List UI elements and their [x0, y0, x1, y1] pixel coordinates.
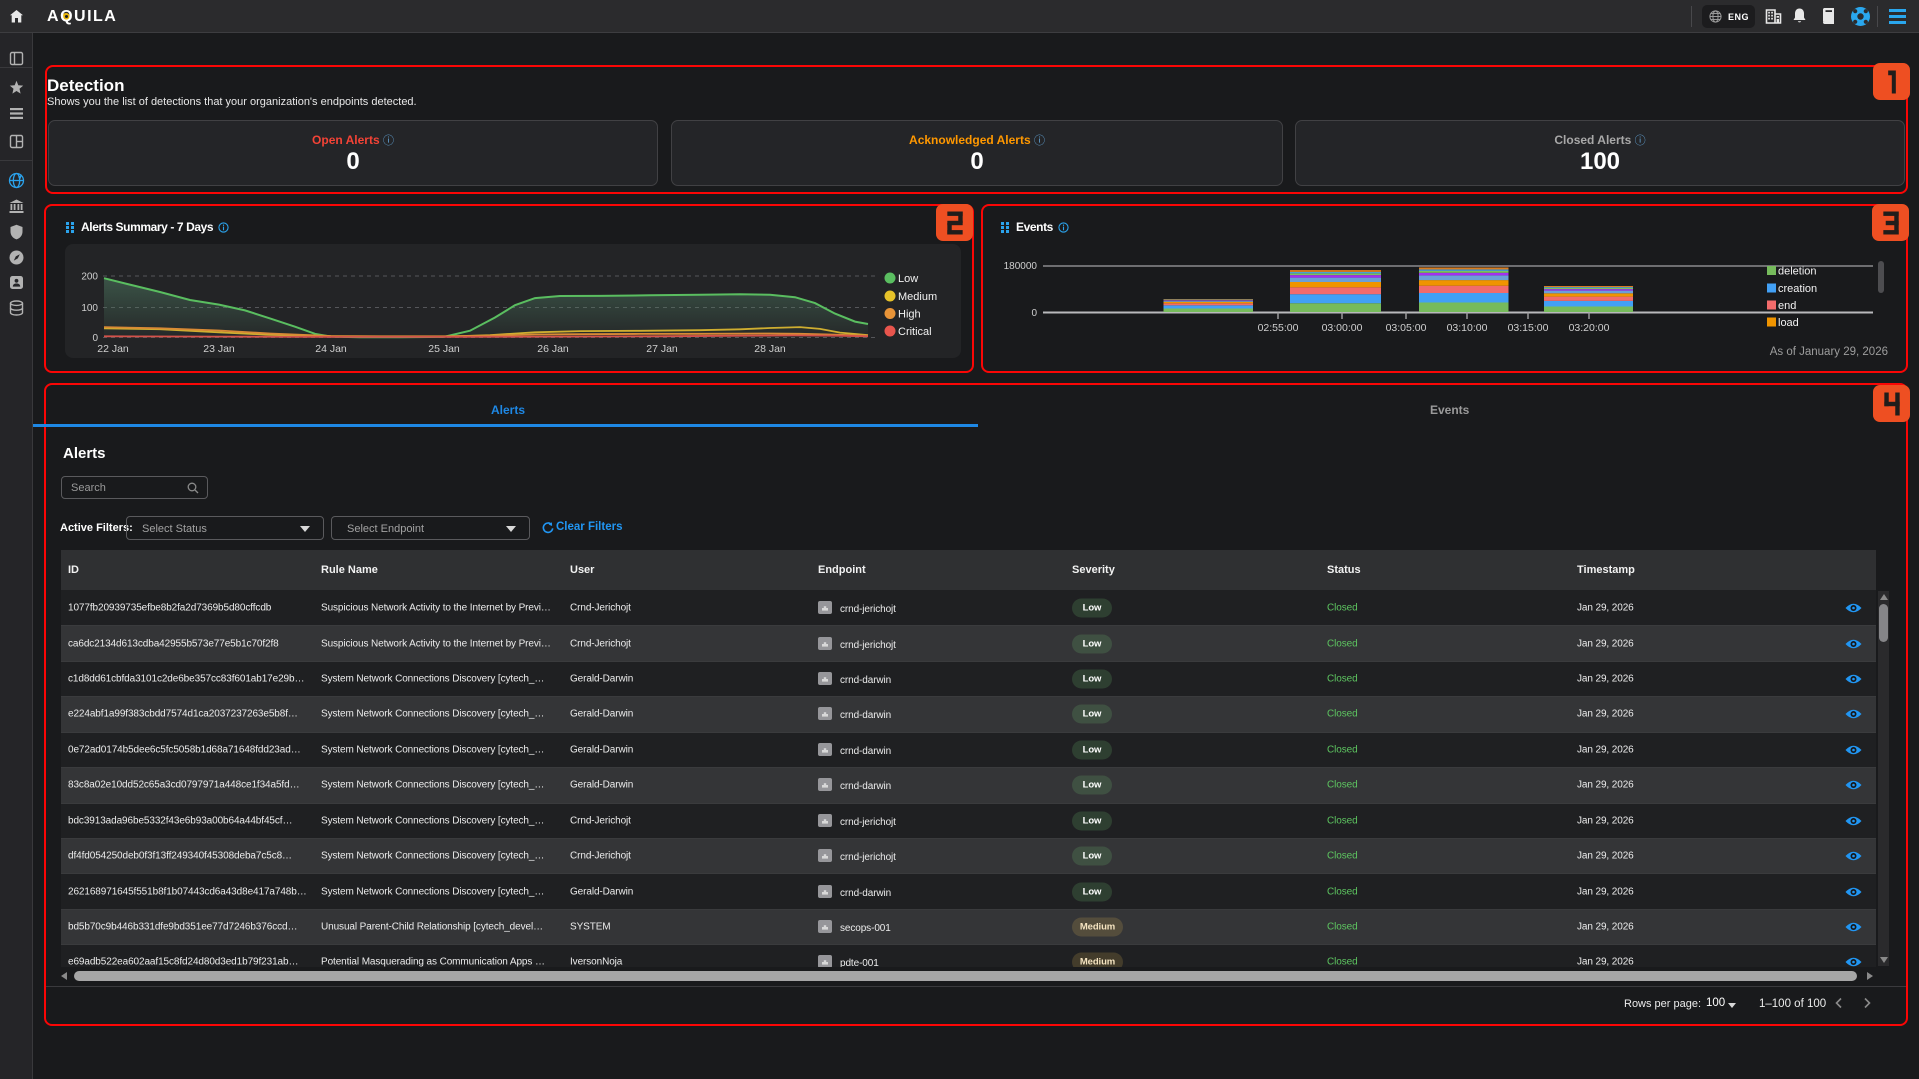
- svg-text:03:00:00: 03:00:00: [1322, 322, 1363, 334]
- svg-text:03:10:00: 03:10:00: [1447, 322, 1488, 334]
- svg-text:24 Jan: 24 Jan: [315, 343, 347, 355]
- svg-text:23 Jan: 23 Jan: [203, 343, 235, 355]
- svg-text:load: load: [1778, 317, 1799, 329]
- svg-text:02:55:00: 02:55:00: [1258, 322, 1299, 334]
- svg-text:end: end: [1778, 300, 1796, 312]
- svg-text:Medium: Medium: [898, 291, 937, 303]
- svg-text:03:05:00: 03:05:00: [1386, 322, 1427, 334]
- svg-text:100: 100: [81, 303, 98, 314]
- svg-text:25 Jan: 25 Jan: [428, 343, 460, 355]
- svg-text:22 Jan: 22 Jan: [97, 343, 129, 355]
- svg-text:deletion: deletion: [1778, 266, 1817, 278]
- svg-text:27 Jan: 27 Jan: [646, 343, 678, 355]
- svg-text:03:20:00: 03:20:00: [1569, 322, 1610, 334]
- svg-text:High: High: [898, 309, 921, 321]
- svg-text:Critical: Critical: [898, 326, 932, 338]
- svg-text:03:15:00: 03:15:00: [1508, 322, 1549, 334]
- svg-text:Low: Low: [898, 273, 918, 285]
- svg-text:0: 0: [1031, 308, 1037, 319]
- svg-text:28 Jan: 28 Jan: [754, 343, 786, 355]
- svg-text:creation: creation: [1778, 283, 1817, 295]
- svg-text:26 Jan: 26 Jan: [537, 343, 569, 355]
- svg-text:180000: 180000: [1004, 261, 1038, 272]
- svg-text:200: 200: [81, 272, 98, 283]
